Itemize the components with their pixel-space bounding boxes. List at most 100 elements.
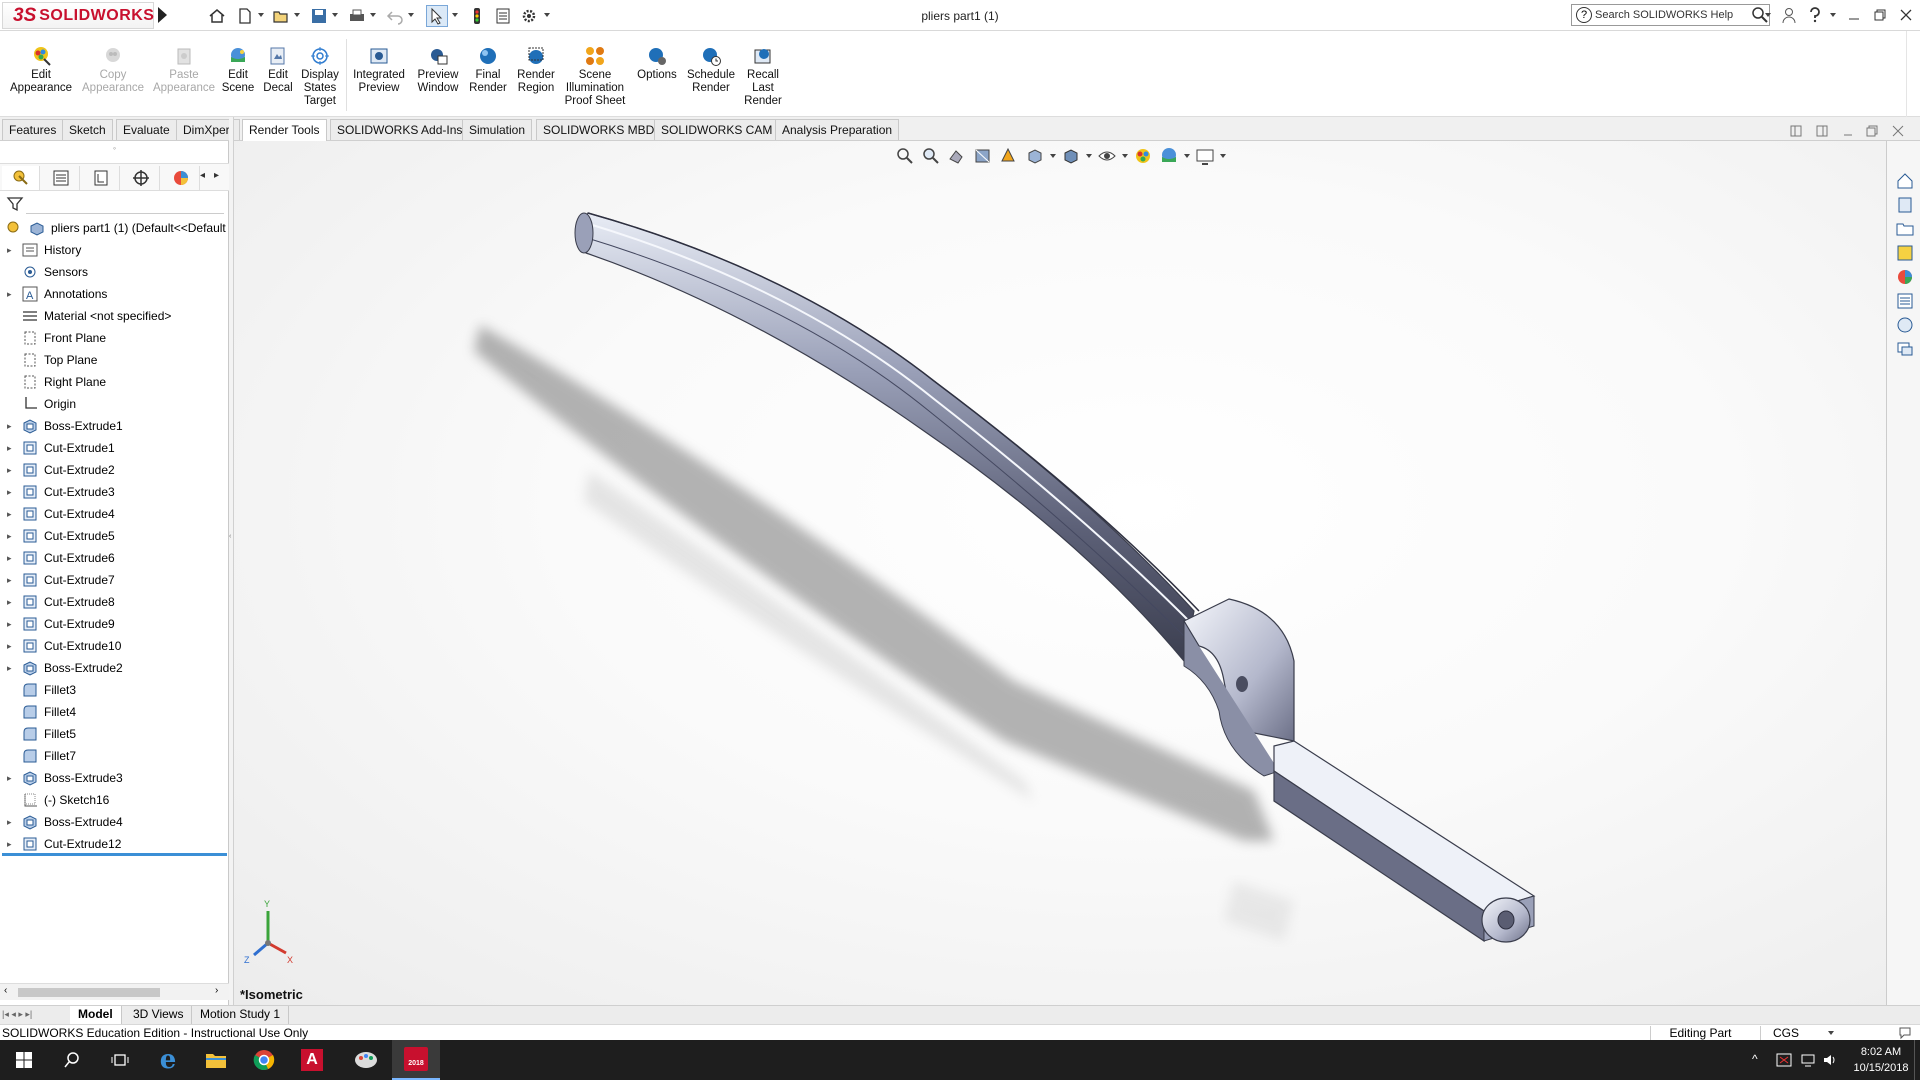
network-icon[interactable] <box>1800 1052 1816 1068</box>
command-manager-scroll[interactable] <box>1906 31 1920 117</box>
edge-browser-button[interactable]: e <box>144 1040 192 1080</box>
system-clock[interactable]: 8:02 AM 10/15/2018 <box>1846 1044 1916 1076</box>
tab-analysis-preparation[interactable]: Analysis Preparation <box>775 119 900 140</box>
tab-solidworks-cam[interactable]: SOLIDWORKS CAM <box>654 119 780 140</box>
copy-appearance-button[interactable]: Copy Appearance <box>82 45 144 95</box>
configuration-manager-tab[interactable] <box>82 166 120 190</box>
tab-features[interactable]: Features <box>2 119 64 140</box>
tray-overflow-icon[interactable]: ^ <box>1752 1052 1758 1066</box>
tree-root-part[interactable]: pliers part1 (1) (Default<<Default <box>0 217 229 239</box>
expand-arrow-icon[interactable]: ▸ <box>7 289 19 300</box>
scrollbar-thumb[interactable] <box>18 988 160 997</box>
expand-arrow-icon[interactable]: ▸ <box>7 443 19 454</box>
viewport-minimize-icon[interactable] <box>1842 125 1854 137</box>
tree-item[interactable]: ▸ Cut-Extrude4 <box>0 503 229 525</box>
expand-arrow-icon[interactable]: ▸ <box>7 509 19 520</box>
integrated-preview-button[interactable]: Integrated Preview <box>350 45 408 95</box>
file-properties-icon[interactable] <box>492 5 514 27</box>
recall-last-render-button[interactable]: Recall Last Render <box>742 45 784 108</box>
tree-item[interactable]: ▸ Boss-Extrude3 <box>0 767 229 789</box>
tree-item[interactable]: ▸ Cut-Extrude3 <box>0 481 229 503</box>
search-help-field[interactable]: ? Search SOLIDWORKS Help <box>1571 4 1770 26</box>
expand-arrow-icon[interactable]: ▸ <box>7 245 19 256</box>
expand-arrow-icon[interactable]: ▸ <box>7 663 19 674</box>
solidworks-taskbar-button[interactable]: 2018 <box>392 1040 440 1080</box>
task-view-button[interactable] <box>96 1040 144 1080</box>
rebuild-traffic-light-icon[interactable] <box>466 5 488 27</box>
file-explorer-icon[interactable] <box>1895 219 1915 239</box>
expand-arrow-icon[interactable]: ▸ <box>7 619 19 630</box>
open-folder-icon[interactable] <box>270 5 292 27</box>
tab-simulation[interactable]: Simulation <box>462 119 533 140</box>
open-dropdown-icon[interactable] <box>294 13 300 17</box>
tree-item[interactable]: Origin <box>0 393 229 415</box>
scene-illumination-proof-sheet-button[interactable]: Scene Illumination Proof Sheet <box>564 45 626 108</box>
tree-item[interactable]: ▸ Cut-Extrude7 <box>0 569 229 591</box>
options-dropdown-icon[interactable] <box>544 13 550 17</box>
viewport-close-icon[interactable] <box>1892 125 1904 137</box>
3dexperience-marketplace-icon[interactable] <box>1895 339 1915 359</box>
pane-scroll-right-icon[interactable]: ▸ <box>214 170 219 181</box>
units-selector[interactable]: CGS <box>1760 1026 1860 1040</box>
home-icon[interactable] <box>206 5 228 27</box>
tab-3d-views[interactable]: 3D Views <box>125 1006 193 1024</box>
tree-item[interactable]: Fillet7 <box>0 745 229 767</box>
schedule-render-button[interactable]: Schedule Render <box>686 45 736 95</box>
filter-field[interactable] <box>26 213 224 214</box>
minimize-icon[interactable] <box>1843 5 1865 25</box>
tab-sketch[interactable]: Sketch <box>62 119 113 140</box>
new-dropdown-icon[interactable] <box>258 13 264 17</box>
tree-item[interactable]: Material <not specified> <box>0 305 229 327</box>
tab-solidworks-mbd[interactable]: SOLIDWORKS MBD <box>536 119 662 140</box>
pane-scroll-left-icon[interactable]: ◂ <box>200 170 205 181</box>
model-render[interactable]: Y X Z <box>234 141 1886 1005</box>
undo-icon[interactable] <box>384 5 406 27</box>
tree-item[interactable]: Top Plane <box>0 349 229 371</box>
solidworks-forum-icon[interactable] <box>1895 315 1915 335</box>
tree-item[interactable]: ▸ Boss-Extrude4 <box>0 811 229 833</box>
expand-arrow-icon[interactable]: ▸ <box>7 421 19 432</box>
paste-appearance-button[interactable]: Paste Appearance <box>153 45 215 95</box>
expand-arrow-icon[interactable]: ▸ <box>7 597 19 608</box>
tab-evaluate[interactable]: Evaluate <box>116 119 177 140</box>
volume-icon[interactable] <box>1822 1052 1838 1068</box>
scroll-right-arrow-icon[interactable]: › <box>215 985 218 996</box>
restore-icon[interactable] <box>1869 5 1891 25</box>
tab-model[interactable]: Model <box>70 1006 122 1024</box>
tree-item[interactable]: ▸ Boss-Extrude2 <box>0 657 229 679</box>
view-palette-icon[interactable] <box>1895 243 1915 263</box>
options-button[interactable]: Options <box>634 45 680 82</box>
user-icon[interactable] <box>1778 5 1800 25</box>
tree-horizontal-scrollbar[interactable]: ‹ › <box>0 983 229 1000</box>
final-render-button[interactable]: Final Render <box>468 45 508 95</box>
solidworks-resources-icon[interactable] <box>1895 171 1915 191</box>
edit-scene-button[interactable]: Edit Scene <box>222 45 254 95</box>
tree-item[interactable]: ▸ Cut-Extrude8 <box>0 591 229 613</box>
tab-render-tools[interactable]: Render Tools <box>242 119 327 142</box>
render-region-button[interactable]: Render Region <box>514 45 558 95</box>
expand-arrow-icon[interactable]: ▸ <box>7 641 19 652</box>
show-desktop-button[interactable] <box>1914 1040 1920 1080</box>
tab-solidworks-add-ins[interactable]: SOLIDWORKS Add-Ins <box>330 119 470 140</box>
viewport-restore-icon[interactable] <box>1866 125 1878 137</box>
feature-manager-tab[interactable] <box>2 166 40 190</box>
tree-item[interactable]: Fillet5 <box>0 723 229 745</box>
pane-collapse-handle[interactable]: ◦ <box>0 143 229 157</box>
dimxpert-manager-tab[interactable] <box>122 166 160 190</box>
scroll-left-arrow-icon[interactable]: ‹ <box>4 985 7 996</box>
tree-item[interactable]: (-) Sketch16 <box>0 789 229 811</box>
tile-left-icon[interactable] <box>1790 125 1802 137</box>
rollback-bar[interactable] <box>2 853 227 856</box>
select-dropdown-icon[interactable] <box>452 13 458 17</box>
design-library-icon[interactable] <box>1895 195 1915 215</box>
windows-start-button[interactable] <box>0 1040 48 1080</box>
save-dropdown-icon[interactable] <box>332 13 338 17</box>
filter-icon[interactable] <box>6 195 24 213</box>
property-manager-tab[interactable] <box>42 166 80 190</box>
tree-item[interactable]: ▸ Cut-Extrude5 <box>0 525 229 547</box>
expand-arrow-icon[interactable]: ▸ <box>7 817 19 828</box>
status-chat-icon[interactable] <box>1898 1026 1912 1040</box>
expand-arrow-icon[interactable]: ▸ <box>7 465 19 476</box>
taskbar-search-button[interactable] <box>48 1040 96 1080</box>
select-pointer-icon[interactable] <box>426 5 448 27</box>
